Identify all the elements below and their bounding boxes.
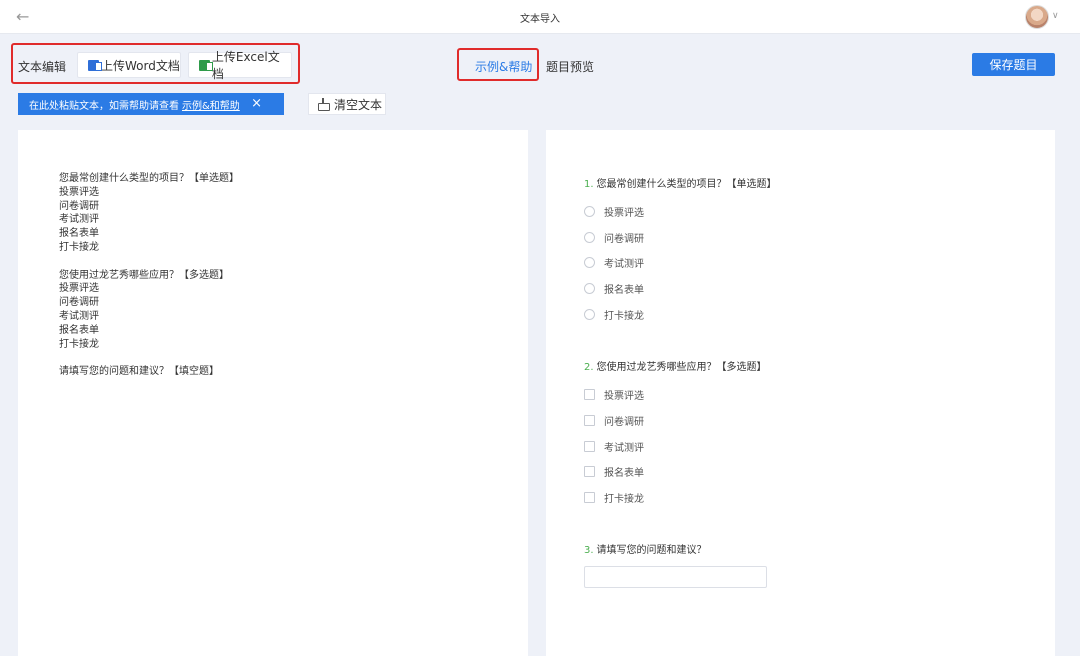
option-label: 投票评选 [604, 207, 644, 219]
checkbox-option[interactable]: 投票评选 [584, 387, 644, 402]
save-questions-button[interactable]: 保存题目 [972, 53, 1055, 76]
checkbox[interactable] [584, 440, 595, 452]
editor-line: 打卡接龙 [59, 241, 99, 253]
radio-option[interactable]: 问卷调研 [584, 230, 644, 245]
editor-line: 报名表单 [59, 228, 99, 240]
question-text: 您使用过龙艺秀哪些应用？【多选题】 [596, 362, 767, 373]
editor-line: 请填写您的问题和建议？【填空题】 [59, 366, 219, 378]
top-bar: ← 文本导入 ∨ [0, 0, 1080, 34]
editor-line: 投票评选 [59, 186, 99, 198]
upload-word-label: 上传Word文档 [101, 58, 180, 73]
word-file-icon [88, 59, 102, 71]
tab-help[interactable]: 示例&帮助 [475, 58, 532, 75]
radio-option[interactable]: 考试测评 [584, 255, 644, 270]
editor-line: 考试测评 [59, 310, 99, 322]
editor-line: 您最常创建什么类型的项目？【单选题】 [59, 173, 239, 184]
question-number: 2. [584, 362, 594, 373]
clear-text-label: 清空文本 [334, 97, 383, 112]
broom-icon [317, 98, 330, 111]
question-text: 您最常创建什么类型的项目？【单选题】 [596, 179, 777, 190]
radio-option[interactable]: 打卡接龙 [584, 307, 644, 322]
checkbox-option[interactable]: 打卡接龙 [584, 490, 644, 505]
text-edit-label: 文本编辑 [18, 60, 67, 74]
question-text: 请填写您的问题和建议？ [596, 545, 707, 556]
editor-line: 问卷调研 [59, 297, 99, 309]
notice-text: 在此处粘贴文本，如需帮助请查看 [29, 100, 179, 112]
radio-button[interactable] [584, 308, 595, 320]
tab-preview[interactable]: 题目预览 [546, 58, 594, 75]
question-number: 1. [584, 179, 594, 190]
editor-text[interactable]: 您最常创建什么类型的项目？【单选题】 投票评选 问卷调研 考试测评 报名表单 打… [59, 172, 239, 379]
radio-option[interactable]: 投票评选 [584, 204, 644, 219]
checkbox[interactable] [584, 491, 595, 503]
notice-help-link[interactable]: 示例&和帮助 [182, 97, 240, 112]
editor-line: 考试测评 [59, 214, 99, 226]
text-editor-panel[interactable]: 您最常创建什么类型的项目？【单选题】 投票评选 问卷调研 考试测评 报名表单 打… [18, 130, 528, 656]
excel-file-icon [199, 59, 213, 71]
option-label: 问卷调研 [604, 416, 644, 428]
option-label: 问卷调研 [604, 233, 644, 245]
checkbox-option[interactable]: 报名表单 [584, 464, 644, 479]
question-preview-panel: 1. 您最常创建什么类型的项目？【单选题】 投票评选 问卷调研 考试测评 报名表单… [546, 130, 1055, 656]
option-label: 报名表单 [604, 284, 644, 296]
question-number: 3. [584, 545, 594, 556]
editor-line: 投票评选 [59, 283, 99, 295]
checkbox-option[interactable]: 问卷调研 [584, 413, 644, 428]
checkbox[interactable] [584, 465, 595, 477]
option-label: 考试测评 [604, 258, 644, 270]
upload-excel-label: 上传Excel文档 [211, 50, 280, 81]
editor-line: 问卷调研 [59, 200, 99, 212]
question-title: 2. 您使用过龙艺秀哪些应用？【多选题】 [584, 358, 767, 373]
radio-button[interactable] [584, 282, 595, 294]
upload-excel-button[interactable]: 上传Excel文档 [188, 50, 292, 81]
radio-option[interactable]: 报名表单 [584, 281, 644, 296]
option-label: 打卡接龙 [604, 310, 644, 322]
page-title: 文本导入 [520, 14, 560, 25]
radio-button[interactable] [584, 231, 595, 243]
upload-word-button[interactable]: 上传Word文档 [77, 52, 181, 78]
option-label: 考试测评 [604, 442, 644, 454]
radio-button[interactable] [584, 205, 595, 217]
checkbox[interactable] [584, 388, 595, 400]
avatar[interactable] [1025, 5, 1049, 29]
option-label: 打卡接龙 [604, 493, 644, 505]
question-title: 1. 您最常创建什么类型的项目？【单选题】 [584, 175, 777, 190]
checkbox[interactable] [584, 414, 595, 426]
radio-button[interactable] [584, 256, 595, 268]
editor-line: 您使用过龙艺秀哪些应用？【多选题】 [59, 269, 229, 281]
checkbox-option[interactable]: 考试测评 [584, 439, 644, 454]
clear-text-button[interactable]: 清空文本 [308, 93, 386, 115]
option-label: 报名表单 [604, 467, 644, 479]
option-label: 投票评选 [604, 390, 644, 402]
close-icon[interactable]: × [251, 96, 262, 111]
chevron-down-icon[interactable]: ∨ [1052, 11, 1059, 21]
question-title: 3. 请填写您的问题和建议？ [584, 541, 707, 556]
answer-input[interactable] [584, 566, 767, 588]
paste-notice: 在此处粘贴文本，如需帮助请查看 示例&和帮助 × [18, 93, 284, 115]
editor-line: 报名表单 [59, 324, 99, 336]
editor-line: 打卡接龙 [59, 338, 99, 350]
